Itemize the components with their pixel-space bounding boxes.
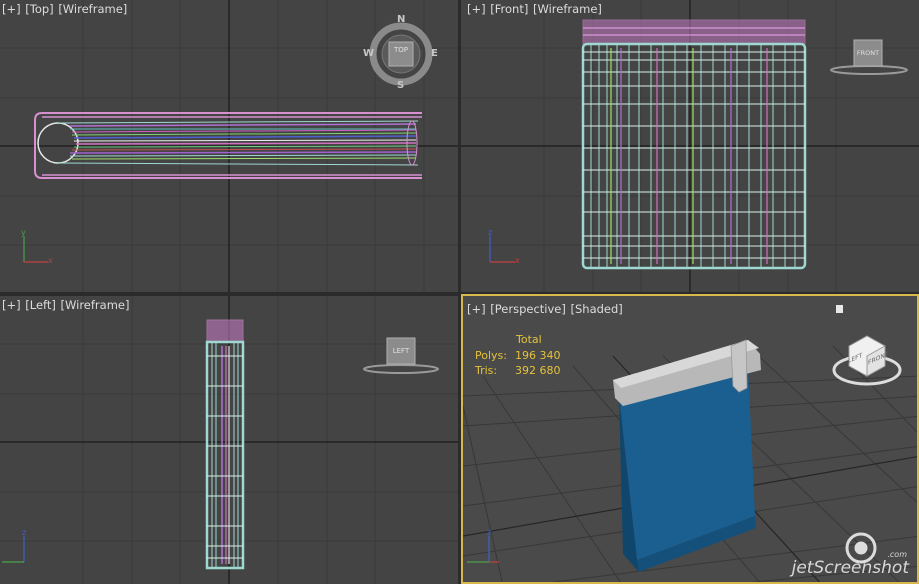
compass-w: W (363, 48, 375, 59)
persp-axis-tripod (467, 536, 499, 563)
tris-value: 392 680 (515, 364, 561, 377)
perspective-viewcube (832, 335, 902, 386)
left-viewport-label[interactable]: [+] [Left] [Wireframe] (2, 298, 130, 312)
front-wireframe-canvas (461, 0, 919, 292)
viewport-menu-plus[interactable]: [+] (2, 298, 21, 312)
front-axis-tripod (489, 236, 515, 263)
viewport-menu-plus[interactable]: [+] (467, 2, 486, 16)
watermark-text: jetScreenshot (791, 558, 909, 578)
front-viewport-label[interactable]: [+] [Front] [Wireframe] (467, 2, 603, 16)
polys-value: 196 340 (515, 348, 561, 362)
viewport-top[interactable]: [+] [Top] [Wireframe] TOP N S E W y x (0, 0, 458, 292)
axis-label-x: x (48, 256, 53, 265)
viewport-menu-plus[interactable]: [+] (2, 2, 21, 16)
stats-header: Total (516, 333, 542, 346)
perspective-book-model (613, 339, 761, 572)
viewport-view-menu[interactable]: [Front] (490, 2, 528, 16)
statistics-overlay: Total Polys: 196 340 Tris: 392 680 (475, 332, 561, 379)
perspective-viewport-label[interactable]: [+] [Perspective] [Shaded] (467, 302, 624, 316)
front-viewcube (830, 39, 908, 75)
polys-label: Polys: (475, 348, 507, 362)
tris-label: Tris: (475, 364, 498, 377)
viewport-shading-menu[interactable]: [Wireframe] (61, 298, 130, 312)
axis-label-y: y (21, 228, 26, 237)
axis-label-z: z (487, 528, 492, 537)
viewport-perspective[interactable]: [+] [Perspective] [Shaded] Total Polys: 1… (461, 294, 919, 584)
compass-n: N (397, 14, 406, 25)
left-wireframe-canvas (0, 296, 458, 584)
top-wireframe-canvas (0, 0, 458, 292)
viewport-front[interactable]: [+] [Front] [Wireframe] FRONT z x (461, 0, 919, 292)
front-book-wireframe (581, 19, 807, 270)
axis-label-z: z (488, 228, 493, 237)
left-axis-tripod (2, 536, 25, 563)
viewport-shading-menu[interactable]: [Wireframe] (58, 2, 127, 16)
viewport-menu-plus[interactable]: [+] (467, 302, 486, 316)
top-viewport-label[interactable]: [+] [Top] [Wireframe] (2, 2, 128, 16)
top-compass-gizmo (369, 22, 433, 86)
compass-e: E (431, 48, 438, 59)
axis-label-x: x (515, 256, 520, 265)
viewcube-front-face[interactable]: FRONT (854, 49, 882, 57)
viewport-shading-menu[interactable]: [Wireframe] (533, 2, 602, 16)
watermark-com: .com (887, 550, 907, 559)
viewport-shading-menu[interactable]: [Shaded] (571, 302, 623, 316)
top-axis-tripod (23, 236, 48, 263)
compass-s: S (397, 80, 405, 91)
lock-icon (836, 305, 843, 313)
watermark: jetScreenshot .com (791, 550, 909, 578)
viewcube-left-face[interactable]: LEFT (387, 347, 415, 355)
viewcube-top-face[interactable]: TOP (389, 46, 413, 54)
left-book-wireframe (205, 319, 245, 570)
axis-label-z: z (22, 528, 27, 537)
viewport-left[interactable]: [+] [Left] [Wireframe] LEFT z (0, 296, 458, 584)
viewport-view-menu[interactable]: [Left] (25, 298, 56, 312)
viewport-view-menu[interactable]: [Top] (25, 2, 53, 16)
viewport-view-menu[interactable]: [Perspective] (490, 302, 566, 316)
